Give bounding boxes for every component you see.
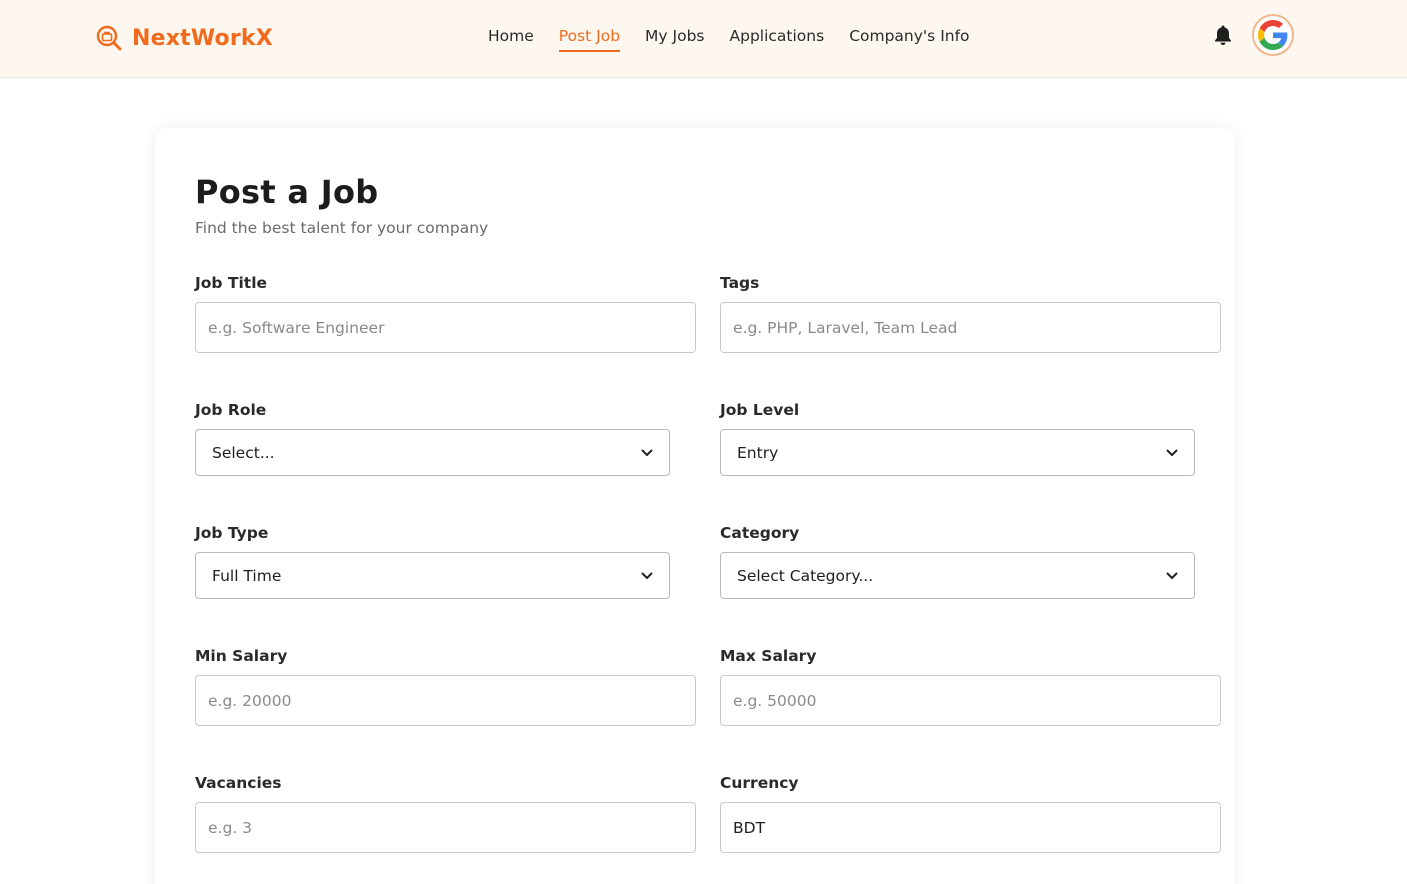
account-avatar[interactable]: [1252, 14, 1294, 56]
job-title-label: Job Title: [195, 274, 268, 292]
currency-label: Currency: [720, 774, 799, 792]
job-role-value: Select...: [212, 443, 275, 462]
job-type-select[interactable]: Full Time: [195, 552, 670, 599]
min-salary-input[interactable]: [195, 675, 696, 726]
category-value: Select Category...: [737, 566, 874, 585]
max-salary-label: Max Salary: [720, 647, 817, 665]
google-icon: [1258, 20, 1288, 50]
category-label: Category: [720, 524, 800, 542]
chevron-down-icon: [1166, 449, 1178, 456]
job-role-label: Job Role: [195, 401, 267, 419]
currency-input[interactable]: [720, 802, 1221, 853]
brand-name: NextWorkX: [132, 25, 273, 51]
bell-icon[interactable]: [1213, 24, 1233, 46]
job-title-input[interactable]: [195, 302, 696, 353]
job-level-value: Entry: [737, 443, 779, 462]
job-level-label: Job Level: [720, 401, 800, 419]
max-salary-input[interactable]: [720, 675, 1221, 726]
job-role-select[interactable]: Select...: [195, 429, 670, 476]
nav-applications[interactable]: Applications: [730, 26, 825, 50]
page-subtitle: Find the best talent for your company: [195, 219, 489, 237]
brand[interactable]: NextWorkX: [95, 22, 273, 54]
nav-home[interactable]: Home: [488, 26, 534, 50]
vacancies-label: Vacancies: [195, 774, 282, 792]
logo-icon: [96, 25, 122, 51]
tags-label: Tags: [720, 274, 760, 292]
tags-input[interactable]: [720, 302, 1221, 353]
job-level-select[interactable]: Entry: [720, 429, 1195, 476]
nav-my-jobs[interactable]: My Jobs: [645, 26, 704, 50]
min-salary-label: Min Salary: [195, 647, 288, 665]
post-job-card: [155, 128, 1235, 884]
main-nav: Home Post Job My Jobs Applications Compa…: [488, 26, 995, 52]
chevron-down-icon: [641, 449, 653, 456]
chevron-down-icon: [1166, 572, 1178, 579]
job-type-label: Job Type: [195, 524, 269, 542]
chevron-down-icon: [641, 572, 653, 579]
vacancies-input[interactable]: [195, 802, 696, 853]
category-select[interactable]: Select Category...: [720, 552, 1195, 599]
job-type-value: Full Time: [212, 566, 282, 585]
top-navbar: NextWorkX Home Post Job My Jobs Applicat…: [0, 0, 1407, 78]
nav-post-job[interactable]: Post Job: [558, 26, 621, 52]
page-title: Post a Job: [195, 173, 379, 211]
nav-company-info[interactable]: Company's Info: [849, 26, 969, 50]
